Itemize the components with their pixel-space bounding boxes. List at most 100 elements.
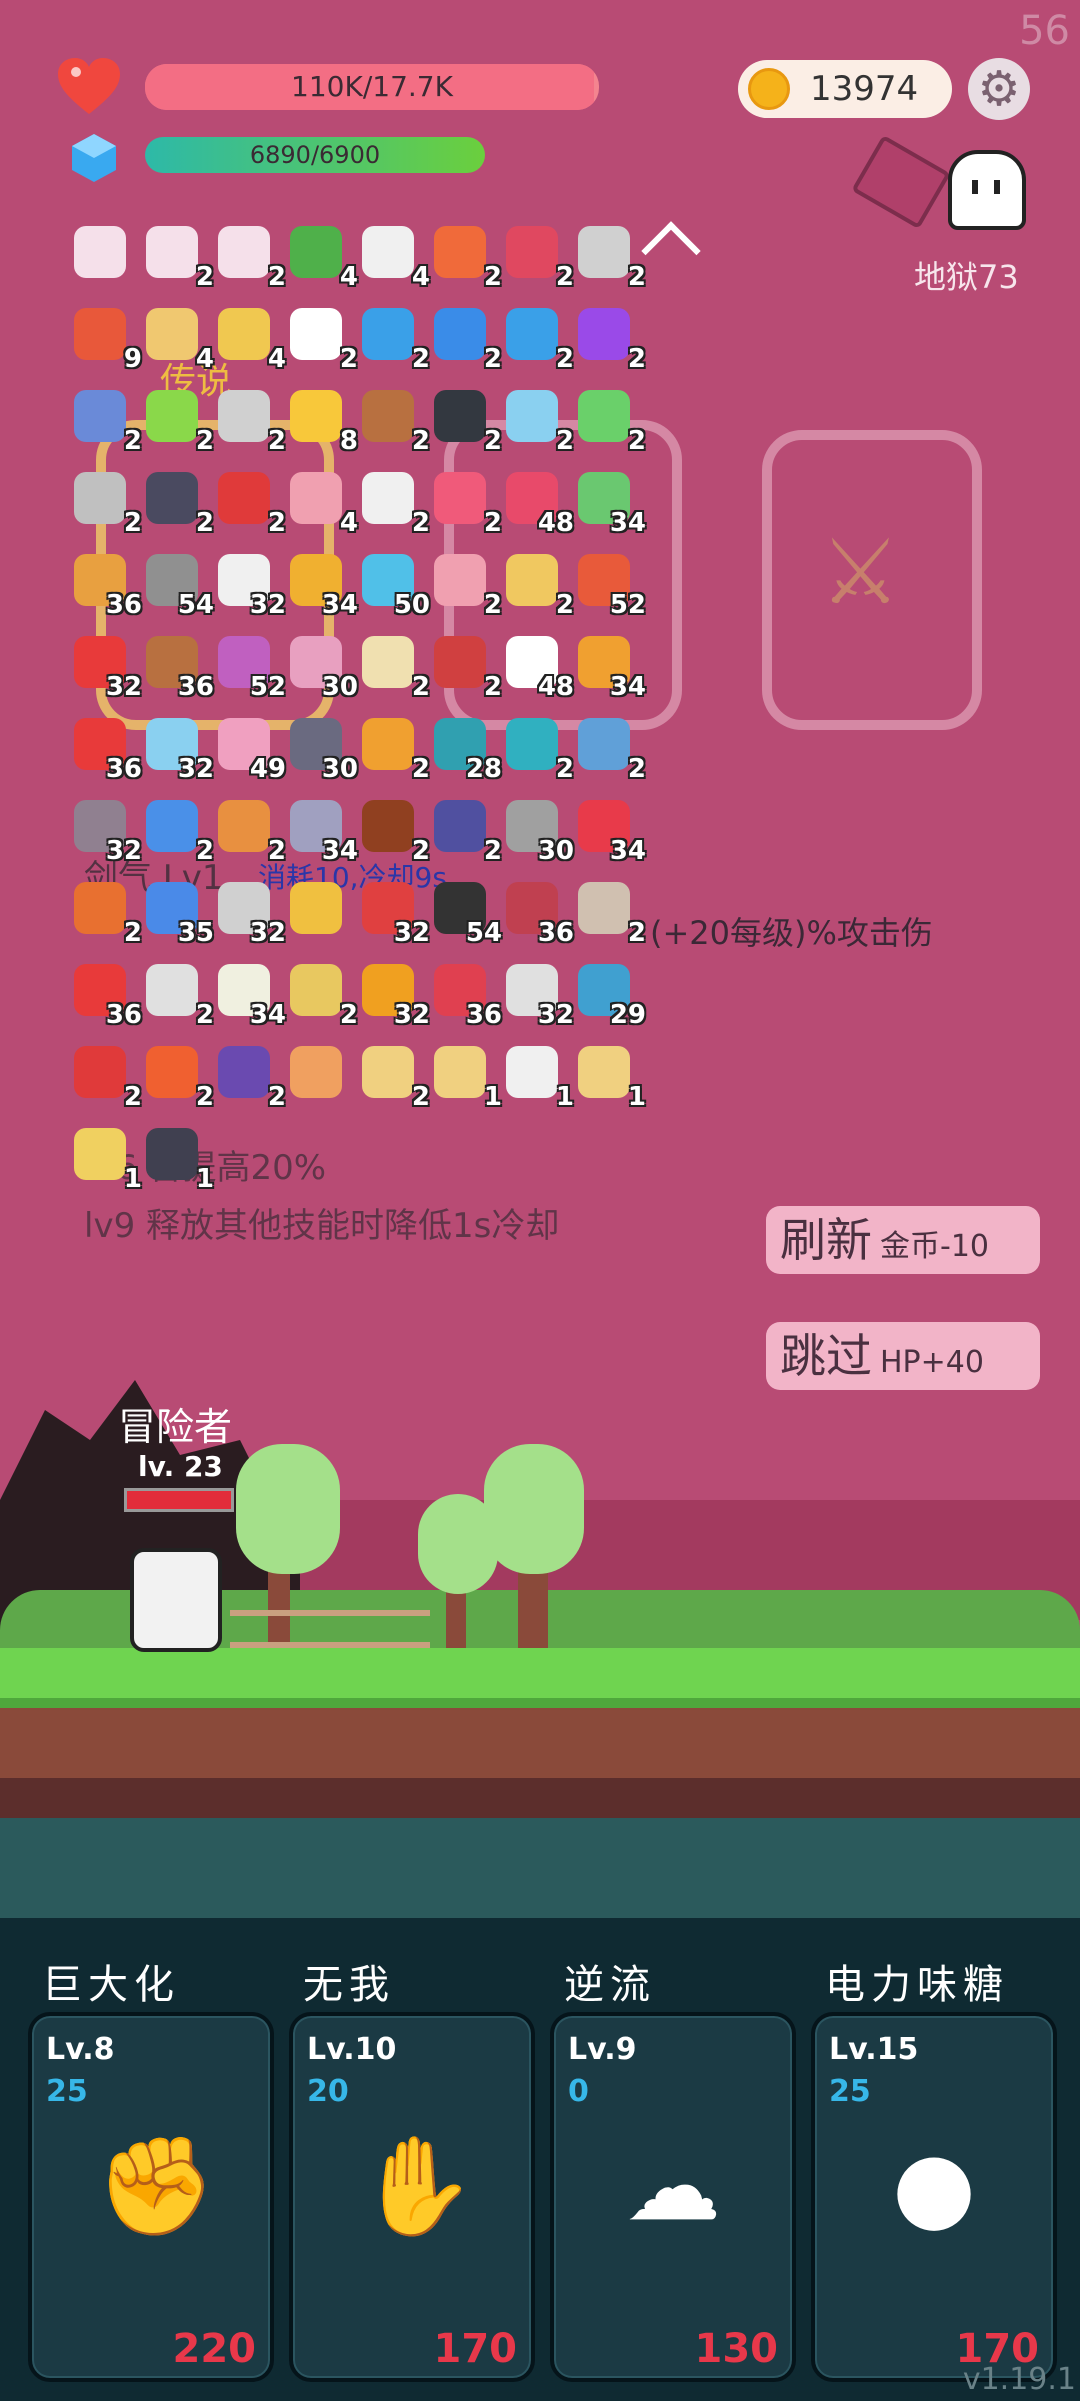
- inventory-item[interactable]: 32: [68, 632, 142, 702]
- inventory-item[interactable]: 34: [212, 960, 286, 1030]
- inventory-item[interactable]: 30: [284, 714, 358, 784]
- inventory-item[interactable]: 2: [140, 1042, 214, 1112]
- inventory-item[interactable]: 34: [572, 632, 646, 702]
- inventory-item[interactable]: 2: [212, 1042, 286, 1112]
- inventory-item[interactable]: 2: [572, 304, 646, 374]
- inventory-item[interactable]: 4: [212, 304, 286, 374]
- settings-gear-icon[interactable]: ⚙: [968, 58, 1030, 120]
- inventory-item[interactable]: 32: [140, 714, 214, 784]
- inventory-item[interactable]: 2: [284, 960, 358, 1030]
- inventory-item[interactable]: 34: [572, 796, 646, 866]
- inventory-item[interactable]: 52: [572, 550, 646, 620]
- inventory-item[interactable]: 2: [140, 796, 214, 866]
- inventory-item[interactable]: 48: [500, 468, 574, 538]
- collapse-chevron-icon[interactable]: [641, 221, 701, 281]
- refresh-button[interactable]: 刷新 金币-10: [766, 1206, 1040, 1274]
- inventory-item[interactable]: 32: [212, 550, 286, 620]
- inventory-item[interactable]: 4: [356, 222, 430, 292]
- inventory-item[interactable]: 36: [68, 714, 142, 784]
- inventory-item[interactable]: 2: [284, 304, 358, 374]
- inventory-item[interactable]: 36: [68, 550, 142, 620]
- inventory-item[interactable]: [284, 1042, 348, 1106]
- inventory-item[interactable]: 30: [500, 796, 574, 866]
- inventory-item[interactable]: 2: [356, 632, 430, 702]
- inventory-item[interactable]: 52: [212, 632, 286, 702]
- inventory-item[interactable]: 2: [68, 1042, 142, 1112]
- inventory-item[interactable]: 2: [356, 304, 430, 374]
- inventory-item[interactable]: 32: [68, 796, 142, 866]
- inventory-item[interactable]: 28: [428, 714, 502, 784]
- inventory-item[interactable]: 1: [428, 1042, 502, 1112]
- inventory-item[interactable]: 32: [500, 960, 574, 1030]
- inventory-item[interactable]: 2: [212, 222, 286, 292]
- inventory-item[interactable]: 2: [212, 386, 286, 456]
- inventory-item[interactable]: 36: [500, 878, 574, 948]
- inventory-item[interactable]: 2: [140, 386, 214, 456]
- skill-card[interactable]: Lv.9 0 ☁ 130: [550, 2012, 796, 2382]
- inventory-item[interactable]: 2: [356, 714, 430, 784]
- inventory-item[interactable]: 4: [140, 304, 214, 374]
- inventory-item[interactable]: 2: [140, 468, 214, 538]
- inventory-item[interactable]: 36: [428, 960, 502, 1030]
- inventory-item[interactable]: 48: [500, 632, 574, 702]
- skill-card[interactable]: Lv.10 20 ✋ 170: [289, 2012, 535, 2382]
- inventory-item[interactable]: 2: [212, 468, 286, 538]
- skip-button[interactable]: 跳过 HP+40: [766, 1322, 1040, 1390]
- inventory-item[interactable]: 29: [572, 960, 646, 1030]
- inventory-item[interactable]: 36: [68, 960, 142, 1030]
- inventory-item[interactable]: 8: [284, 386, 358, 456]
- inventory-item[interactable]: [284, 878, 348, 942]
- inventory-item[interactable]: 2: [356, 796, 430, 866]
- inventory-item[interactable]: 2: [428, 386, 502, 456]
- inventory-item[interactable]: 2: [572, 222, 646, 292]
- inventory-item[interactable]: 34: [284, 550, 358, 620]
- inventory-item[interactable]: 34: [572, 468, 646, 538]
- inventory-item[interactable]: [68, 222, 132, 286]
- inventory-item[interactable]: 36: [140, 632, 214, 702]
- inventory-item[interactable]: 2: [428, 304, 502, 374]
- inventory-item[interactable]: 54: [140, 550, 214, 620]
- inventory-item[interactable]: 2: [428, 550, 502, 620]
- skill-card[interactable]: Lv.8 25 ✊ 220: [28, 2012, 274, 2382]
- inventory-item[interactable]: 34: [284, 796, 358, 866]
- inventory-item[interactable]: 2: [428, 632, 502, 702]
- inventory-item[interactable]: 2: [500, 550, 574, 620]
- inventory-item[interactable]: 35: [140, 878, 214, 948]
- inventory-item[interactable]: 32: [356, 960, 430, 1030]
- inventory-item[interactable]: 2: [140, 960, 214, 1030]
- inventory-item[interactable]: 32: [212, 878, 286, 948]
- inventory-item[interactable]: 2: [356, 386, 430, 456]
- ghost-avatar-icon[interactable]: [948, 150, 1026, 230]
- inventory-item[interactable]: 2: [500, 304, 574, 374]
- inventory-item[interactable]: 54: [428, 878, 502, 948]
- inventory-item[interactable]: 2: [356, 468, 430, 538]
- inventory-item[interactable]: 2: [500, 714, 574, 784]
- inventory-item[interactable]: 49: [212, 714, 286, 784]
- inventory-item[interactable]: 1: [500, 1042, 574, 1112]
- inventory-item[interactable]: 1: [140, 1124, 214, 1194]
- inventory-item[interactable]: 2: [212, 796, 286, 866]
- inventory-item[interactable]: 32: [356, 878, 430, 948]
- inventory-item[interactable]: 2: [572, 386, 646, 456]
- inventory-item[interactable]: 2: [140, 222, 214, 292]
- inventory-item[interactable]: 2: [428, 222, 502, 292]
- inventory-item[interactable]: 30: [284, 632, 358, 702]
- inventory-item[interactable]: 2: [428, 468, 502, 538]
- inventory-item[interactable]: 2: [572, 714, 646, 784]
- inventory-item[interactable]: 2: [68, 468, 142, 538]
- inventory-item[interactable]: 2: [68, 878, 142, 948]
- inventory-item[interactable]: 50: [356, 550, 430, 620]
- inventory-item[interactable]: 2: [356, 1042, 430, 1112]
- inventory-item[interactable]: 1: [68, 1124, 142, 1194]
- inventory-item[interactable]: 2: [572, 878, 646, 948]
- inventory-item[interactable]: 2: [500, 222, 574, 292]
- inventory-item[interactable]: 4: [284, 222, 358, 292]
- inventory-item[interactable]: 2: [428, 796, 502, 866]
- version-label: v1.19.1: [962, 2362, 1076, 2397]
- inventory-item[interactable]: 2: [68, 386, 142, 456]
- inventory-item[interactable]: 4: [284, 468, 358, 538]
- inventory-item[interactable]: 2: [500, 386, 574, 456]
- inventory-item[interactable]: 9: [68, 304, 142, 374]
- skill-card[interactable]: Lv.15 25 ● 170: [811, 2012, 1057, 2382]
- inventory-item[interactable]: 1: [572, 1042, 646, 1112]
